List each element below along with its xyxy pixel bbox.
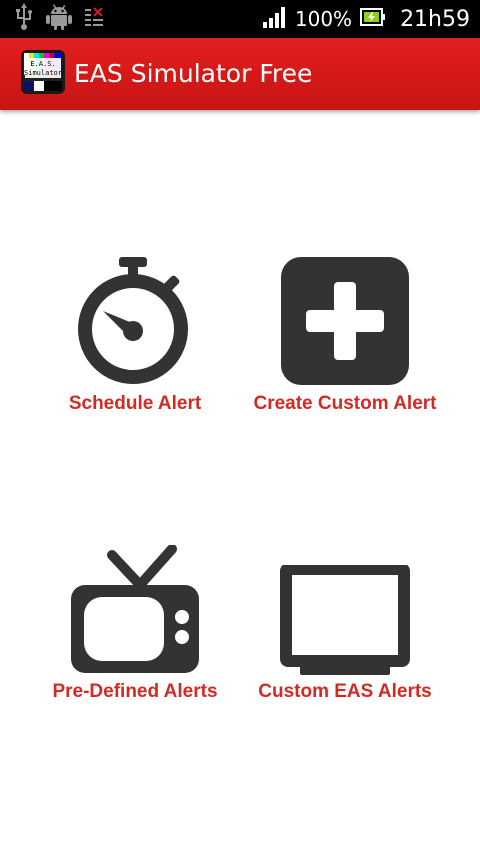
schedule-alert-label: Schedule Alert xyxy=(68,393,202,414)
monitor-icon xyxy=(280,565,410,675)
android-debug-icon xyxy=(46,3,72,35)
app-logo-icon[interactable]: E.A.S. Simulator xyxy=(21,50,65,94)
battery-percent: 100% xyxy=(294,7,353,31)
schedule-alert-button[interactable]: Schedule Alert xyxy=(15,255,255,415)
predefined-alerts-button[interactable]: Pre-Defined Alerts xyxy=(15,545,255,703)
app-title: EAS Simulator Free xyxy=(74,59,313,88)
predefined-alerts-label: Pre-Defined Alerts xyxy=(52,681,218,702)
custom-eas-alerts-button[interactable]: Custom EAS Alerts xyxy=(225,565,465,703)
usb-icon xyxy=(14,3,34,35)
stopwatch-icon xyxy=(78,257,188,384)
plus-square-icon xyxy=(281,257,409,385)
app-icon-text-line2: Simulator xyxy=(24,69,62,77)
create-custom-alert-button[interactable]: Create Custom Alert xyxy=(225,256,465,415)
signal-icon xyxy=(262,6,287,33)
create-custom-alert-label: Create Custom Alert xyxy=(253,393,437,414)
clock: 21h59 xyxy=(400,6,470,32)
custom-eas-alerts-label: Custom EAS Alerts xyxy=(258,681,432,702)
action-bar: E.A.S. Simulator EAS Simulator Free xyxy=(0,38,480,110)
system-status: 100% 21h59 xyxy=(262,0,470,38)
battery-charging-icon xyxy=(360,7,386,32)
tv-icon xyxy=(71,545,199,673)
status-bar: 100% 21h59 xyxy=(0,0,480,38)
notification-icons xyxy=(14,3,104,35)
app-icon-text-line1: E.A.S. xyxy=(30,60,55,68)
sd-card-icon xyxy=(84,5,104,33)
